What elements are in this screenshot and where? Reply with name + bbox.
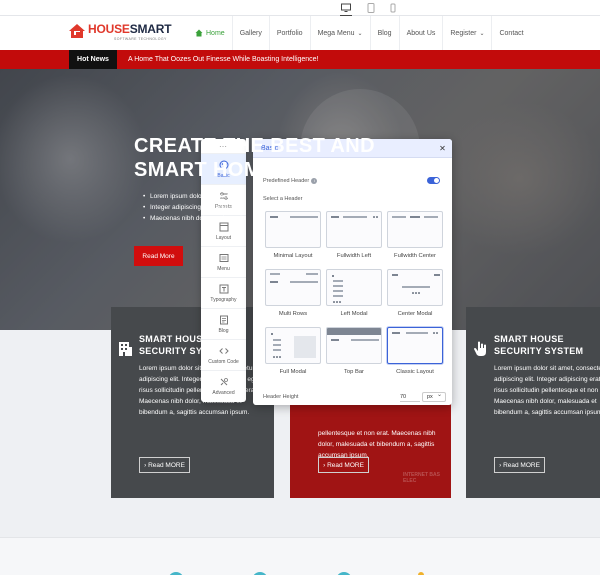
layout-thumbnail — [265, 269, 321, 306]
nav-home[interactable]: Home — [188, 16, 233, 50]
sidebar-item-menu[interactable]: Menu — [201, 246, 246, 277]
hero-bullet: Lorem ipsum dolor sit amet — [143, 191, 245, 202]
nav-gallery[interactable]: Gallery — [233, 16, 270, 50]
typography-icon — [219, 284, 228, 293]
hero-title: CREATE THE BEST AND SMART HOMES — [134, 135, 375, 181]
main-nav: Home Gallery Portfolio Mega Menu ⌄ Blog A… — [188, 16, 531, 50]
chevron-down-icon: ⌄ — [479, 30, 485, 37]
hero-bullet: Integer adipiscing erat eget risus — [143, 202, 245, 213]
desktop-preview-button[interactable] — [339, 2, 353, 16]
house-logo-icon — [69, 24, 85, 38]
hero-bullet: Maecenas nibh dolor, malesuada — [143, 213, 245, 224]
card-title: SMART HOUSE SECURITY SYSTEM — [494, 334, 584, 356]
hero-read-more-button[interactable]: Read More — [134, 246, 183, 266]
layout-name: Multi Rows — [278, 311, 308, 317]
header-height-row: Header Height px — [263, 391, 446, 402]
nav-portfolio[interactable]: Portfolio — [270, 16, 311, 50]
mobile-icon — [390, 3, 396, 13]
layout-option-fullwidth-center[interactable]: Fullwidth Center — [387, 211, 443, 259]
card-read-more-button[interactable]: › Read MORE — [494, 457, 545, 473]
select-header-label: Select a Header — [263, 196, 303, 202]
code-icon — [218, 347, 229, 354]
layout-option-top-bar[interactable]: Top Bar — [326, 327, 382, 375]
logo-tagline: SOFTWARE TECHNOLOGY — [114, 37, 167, 41]
hot-news-label: Hot News — [69, 50, 117, 69]
nav-contact[interactable]: Contact — [492, 16, 530, 50]
advanced-icon — [220, 377, 228, 385]
layout-thumbnail — [326, 269, 382, 306]
layout-option-minimal[interactable]: Minimal Layout — [265, 211, 321, 259]
header-height-label: Header Height — [263, 394, 299, 400]
layout-option-fullwidth-left[interactable]: Fullwidth Left — [326, 211, 382, 259]
desktop-icon — [341, 3, 351, 12]
tablet-icon — [367, 3, 375, 13]
page-bottom-section — [0, 537, 600, 575]
layout-option-left-modal[interactable]: Left Modal — [326, 269, 382, 317]
layout-name: Fullwidth Left — [336, 253, 372, 259]
sidebar-item-blog[interactable]: Blog — [201, 308, 246, 339]
layout-thumbnail — [326, 327, 382, 364]
layout-name: Center Modal — [397, 311, 433, 317]
tablet-preview-button[interactable] — [364, 2, 378, 14]
card-body: Lorem ipsum dolor sit amet, consectetur … — [494, 365, 600, 416]
building-icon — [119, 342, 132, 356]
close-button[interactable]: ✕ — [437, 143, 448, 154]
menu-icon — [219, 253, 228, 262]
close-icon: ✕ — [439, 144, 446, 153]
hot-news-ticker[interactable]: A Home That Oozes Out Finesse While Boas… — [128, 50, 319, 69]
feature-card: SMART HOUSE SECURITY SYSTEM Lorem ipsum … — [111, 307, 274, 498]
logo-text: HOUSESMART — [88, 22, 172, 36]
nav-blog[interactable]: Blog — [371, 16, 400, 50]
hand-pointer-icon — [474, 341, 486, 356]
layout-name: Classic Layout — [396, 369, 434, 375]
nav-mega-menu[interactable]: Mega Menu ⌄ — [311, 16, 371, 50]
chevron-down-icon: ⌄ — [357, 30, 363, 37]
layout-option-classic[interactable]: Classic Layout — [387, 327, 443, 375]
header-height-input[interactable] — [400, 392, 420, 402]
feature-card: SMART HOUSE SECURITY SYSTEM Lorem ipsum … — [466, 307, 600, 498]
layout-thumbnail — [387, 327, 443, 364]
mobile-preview-button[interactable] — [386, 2, 400, 14]
home-icon — [195, 29, 203, 37]
sidebar-item-advanced[interactable]: Advanced — [201, 370, 246, 401]
hero-bullet-list: Lorem ipsum dolor sit amet Integer adipi… — [143, 191, 245, 224]
sidebar-item-typography[interactable]: Typography — [201, 277, 246, 308]
layout-thumbnail — [265, 211, 321, 248]
predefined-header-toggle[interactable] — [427, 177, 440, 184]
site-header: HOUSESMART SOFTWARE TECHNOLOGY Home Gall… — [0, 16, 600, 50]
layout-name: Left Modal — [340, 311, 368, 317]
layout-option-center-modal[interactable]: Center Modal — [387, 269, 443, 317]
layout-name: Full Modal — [279, 369, 307, 375]
layout-name: Top Bar — [344, 369, 364, 375]
layout-thumbnail — [265, 327, 321, 364]
site-logo[interactable]: HOUSESMART SOFTWARE TECHNOLOGY — [68, 22, 172, 45]
layout-name: Fullwidth Center — [394, 253, 436, 259]
card-read-more-button[interactable]: › Read MORE — [318, 457, 369, 473]
layout-thumbnail — [387, 211, 443, 248]
hot-news-bar: Hot News A Home That Oozes Out Finesse W… — [0, 50, 600, 69]
device-preview-bar — [0, 0, 600, 16]
sidebar-item-custom-code[interactable]: Custom Code — [201, 339, 246, 370]
nav-about-us[interactable]: About Us — [400, 16, 444, 50]
card-watermark: INTERNET BAS ELEC — [403, 472, 440, 484]
layout-option-multi-rows[interactable]: Multi Rows — [265, 269, 321, 317]
nav-register[interactable]: Register ⌄ — [443, 16, 493, 50]
layout-name: Minimal Layout — [273, 253, 313, 259]
header-height-unit-select[interactable]: px — [422, 391, 446, 402]
layout-thumbnail — [387, 269, 443, 306]
blog-icon — [219, 315, 228, 324]
layout-thumbnail — [326, 211, 382, 248]
layout-option-full-modal[interactable]: Full Modal — [265, 327, 321, 375]
card-read-more-button[interactable]: › Read MORE — [139, 457, 190, 473]
